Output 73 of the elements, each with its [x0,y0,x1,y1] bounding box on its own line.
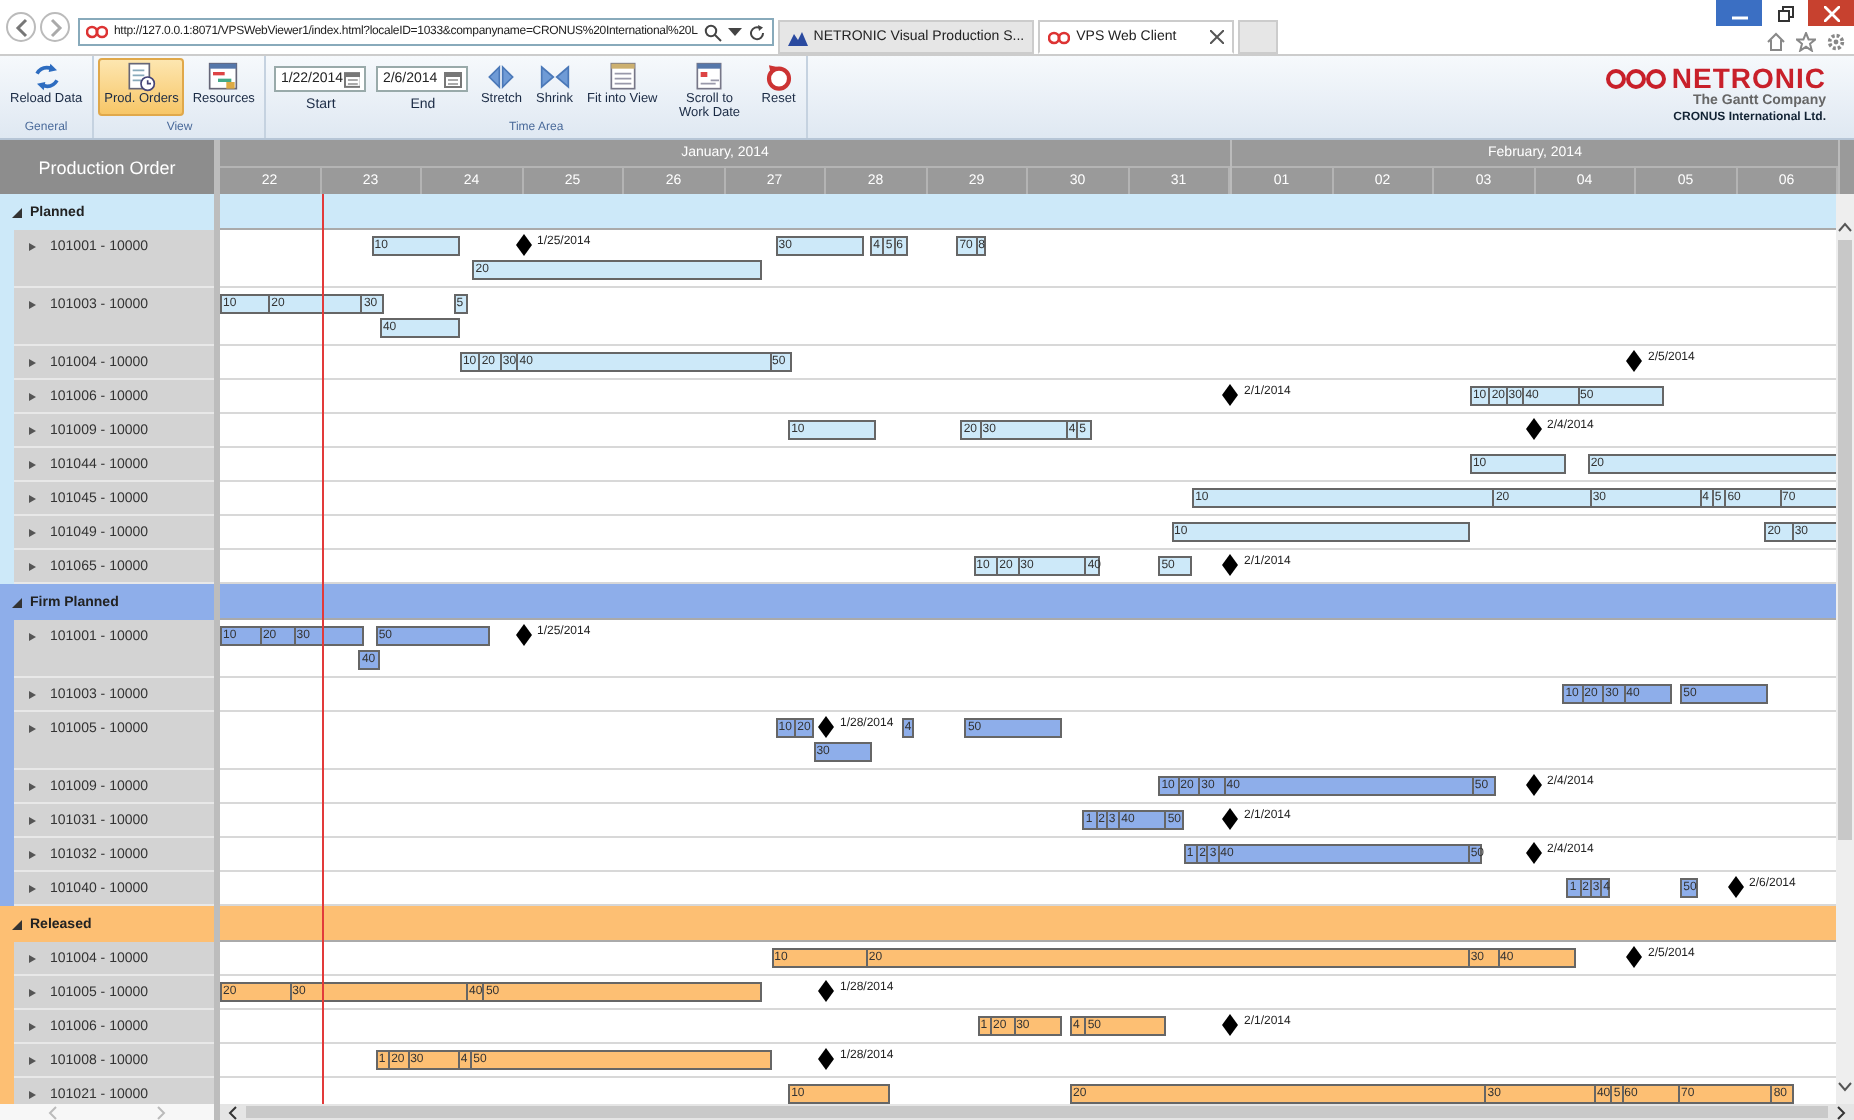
collapse-icon[interactable] [12,920,22,930]
milestone-icon[interactable] [818,1048,834,1070]
settings-icon[interactable] [1826,32,1846,52]
expand-icon[interactable] [28,632,38,642]
search-icon[interactable] [703,23,722,41]
milestone-icon[interactable] [1222,808,1238,830]
close-icon [1823,5,1839,21]
document-icon [126,62,157,92]
expand-icon[interactable] [28,1090,38,1100]
milestone-icon[interactable] [1525,842,1541,864]
minimize-button[interactable] [1716,0,1762,26]
milestone-icon[interactable] [818,980,834,1002]
expand-icon[interactable] [28,358,38,368]
calendar-icon [607,62,638,92]
chevron-left-icon[interactable] [228,1105,238,1119]
milestone-icon[interactable] [1626,946,1642,968]
expand-icon[interactable] [28,884,38,894]
expand-icon[interactable] [28,1056,38,1066]
milestone-icon[interactable] [1525,774,1541,796]
collapse-icon[interactable] [12,208,22,218]
close-button[interactable] [1808,0,1854,26]
arrows-icon [31,62,62,92]
expand-icon[interactable] [28,528,38,538]
expand-icon[interactable] [28,850,38,860]
milestone-icon[interactable] [1222,1014,1238,1036]
collapse-icon[interactable] [12,598,22,608]
milestone-icon[interactable] [515,624,531,646]
expand-icon[interactable] [28,690,38,700]
expand-icon[interactable] [28,988,38,998]
site-icon [1048,29,1071,45]
vertical-scrollbar[interactable] [1836,194,1854,1104]
calendar-icon[interactable] [343,70,361,88]
chevron-down-icon[interactable] [1838,1082,1852,1092]
milestone-icon[interactable] [818,716,834,738]
expand-icon[interactable] [28,300,38,310]
arrows-icon [486,62,517,92]
restore-icon [1777,5,1793,21]
milestone-icon[interactable] [1626,350,1642,372]
home-icon[interactable] [1766,32,1786,52]
column-header: Production Order [0,140,214,194]
expand-icon[interactable] [28,782,38,792]
refresh-icon[interactable] [747,23,766,41]
undo-icon [763,62,794,92]
expand-icon[interactable] [28,460,38,470]
logo-text: NETRONIC [1671,62,1826,94]
milestone-icon[interactable] [1727,876,1743,898]
expand-icon[interactable] [28,816,38,826]
expand-icon[interactable] [28,392,38,402]
arrows-icon [539,62,570,92]
milestone-icon[interactable] [515,234,531,256]
calendar-icon [694,62,725,92]
milestone-icon[interactable] [1525,418,1541,440]
expand-icon[interactable] [28,724,38,734]
close-icon[interactable] [1210,30,1225,44]
site-icon [86,24,108,40]
star-icon[interactable] [1796,32,1816,52]
caret-icon[interactable] [727,27,742,37]
chevron-left-icon [11,17,31,37]
expand-icon[interactable] [28,494,38,504]
logo-icon [1605,65,1666,91]
calendar-icon[interactable] [444,70,463,88]
expand-icon[interactable] [28,1022,38,1032]
expand-icon[interactable] [28,426,38,436]
horizontal-scrollbar[interactable] [220,1104,1854,1120]
milestone-icon[interactable] [1222,384,1238,406]
expand-icon[interactable] [28,242,38,252]
chevron-up-icon[interactable] [1838,222,1852,232]
expand-icon[interactable] [28,562,38,572]
chevron-right-icon[interactable] [1836,1105,1846,1119]
milestone-icon[interactable] [1222,554,1238,576]
expand-icon[interactable] [28,954,38,964]
back-button[interactable] [6,12,36,42]
chevron-right-icon [45,17,65,37]
